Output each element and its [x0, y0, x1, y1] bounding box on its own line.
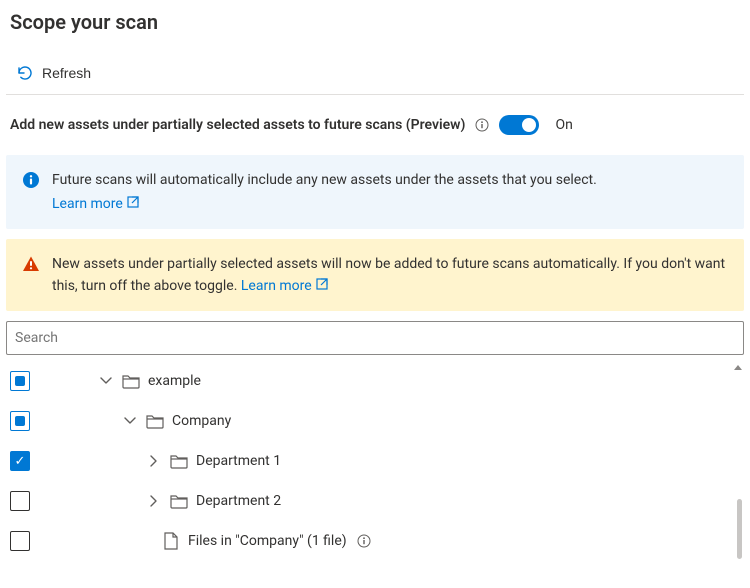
search-input[interactable] — [6, 321, 744, 355]
toggle-label: Add new assets under partially selected … — [10, 117, 465, 133]
info-callout-text: Future scans will automatically include … — [52, 172, 597, 188]
toggle-state-label: On — [555, 117, 572, 133]
toolbar-separator — [6, 94, 744, 95]
tree-node-label: Department 1 — [196, 453, 281, 469]
checkbox-partial[interactable] — [10, 371, 30, 391]
warning-learn-more-link[interactable]: Learn more — [241, 275, 328, 297]
checkbox-unchecked[interactable] — [10, 531, 30, 551]
checkbox-checked[interactable]: ✓ — [10, 451, 30, 471]
checkbox-partial[interactable] — [10, 411, 30, 431]
warning-learn-more-label: Learn more — [241, 275, 312, 297]
info-icon[interactable] — [475, 118, 489, 132]
toggle-row: Add new assets under partially selected … — [6, 115, 744, 155]
external-link-icon — [127, 193, 139, 215]
tree-node-label: Company — [172, 413, 231, 429]
chevron-down-icon[interactable] — [98, 373, 114, 389]
info-learn-more-link[interactable]: Learn more — [52, 193, 728, 215]
tree-node-label: Files in "Company" (1 file) — [188, 533, 347, 549]
scroll-up-icon[interactable] — [734, 365, 742, 370]
scrollbar-thumb[interactable] — [737, 499, 742, 559]
chevron-right-icon[interactable] — [146, 493, 162, 509]
checkbox-unchecked[interactable] — [10, 491, 30, 511]
warning-callout: New assets under partially selected asse… — [6, 239, 744, 311]
chevron-down-icon[interactable] — [122, 413, 138, 429]
asset-tree: example Company ✓ Department 1 Departmen… — [6, 361, 744, 561]
refresh-label: Refresh — [42, 65, 91, 81]
file-icon — [162, 532, 180, 550]
folder-icon — [122, 372, 140, 390]
tree-node-label: Department 2 — [196, 493, 281, 509]
page-title: Scope your scan — [10, 10, 744, 34]
chevron-right-icon[interactable] — [146, 453, 162, 469]
folder-icon — [146, 412, 164, 430]
tree-node-label: example — [148, 373, 201, 389]
tree-row-department-2[interactable]: Department 2 — [6, 481, 738, 521]
external-link-icon — [316, 275, 328, 297]
warning-callout-text: New assets under partially selected asse… — [52, 256, 725, 294]
info-learn-more-label: Learn more — [52, 193, 123, 215]
refresh-button[interactable]: Refresh — [16, 64, 91, 82]
tree-row-example[interactable]: example — [6, 361, 738, 401]
toggle-switch[interactable] — [499, 115, 539, 135]
info-solid-icon — [22, 169, 40, 215]
search-wrap — [6, 321, 744, 355]
folder-icon — [170, 452, 188, 470]
info-callout: Future scans will automatically include … — [6, 155, 744, 229]
tree-row-department-1[interactable]: ✓ Department 1 — [6, 441, 738, 481]
folder-icon — [170, 492, 188, 510]
info-icon[interactable] — [357, 534, 371, 548]
toolbar: Refresh — [6, 58, 744, 94]
warning-icon — [22, 253, 40, 297]
tree-row-files-in-company[interactable]: Files in "Company" (1 file) — [6, 521, 738, 561]
refresh-icon — [16, 64, 34, 82]
tree-row-company[interactable]: Company — [6, 401, 738, 441]
